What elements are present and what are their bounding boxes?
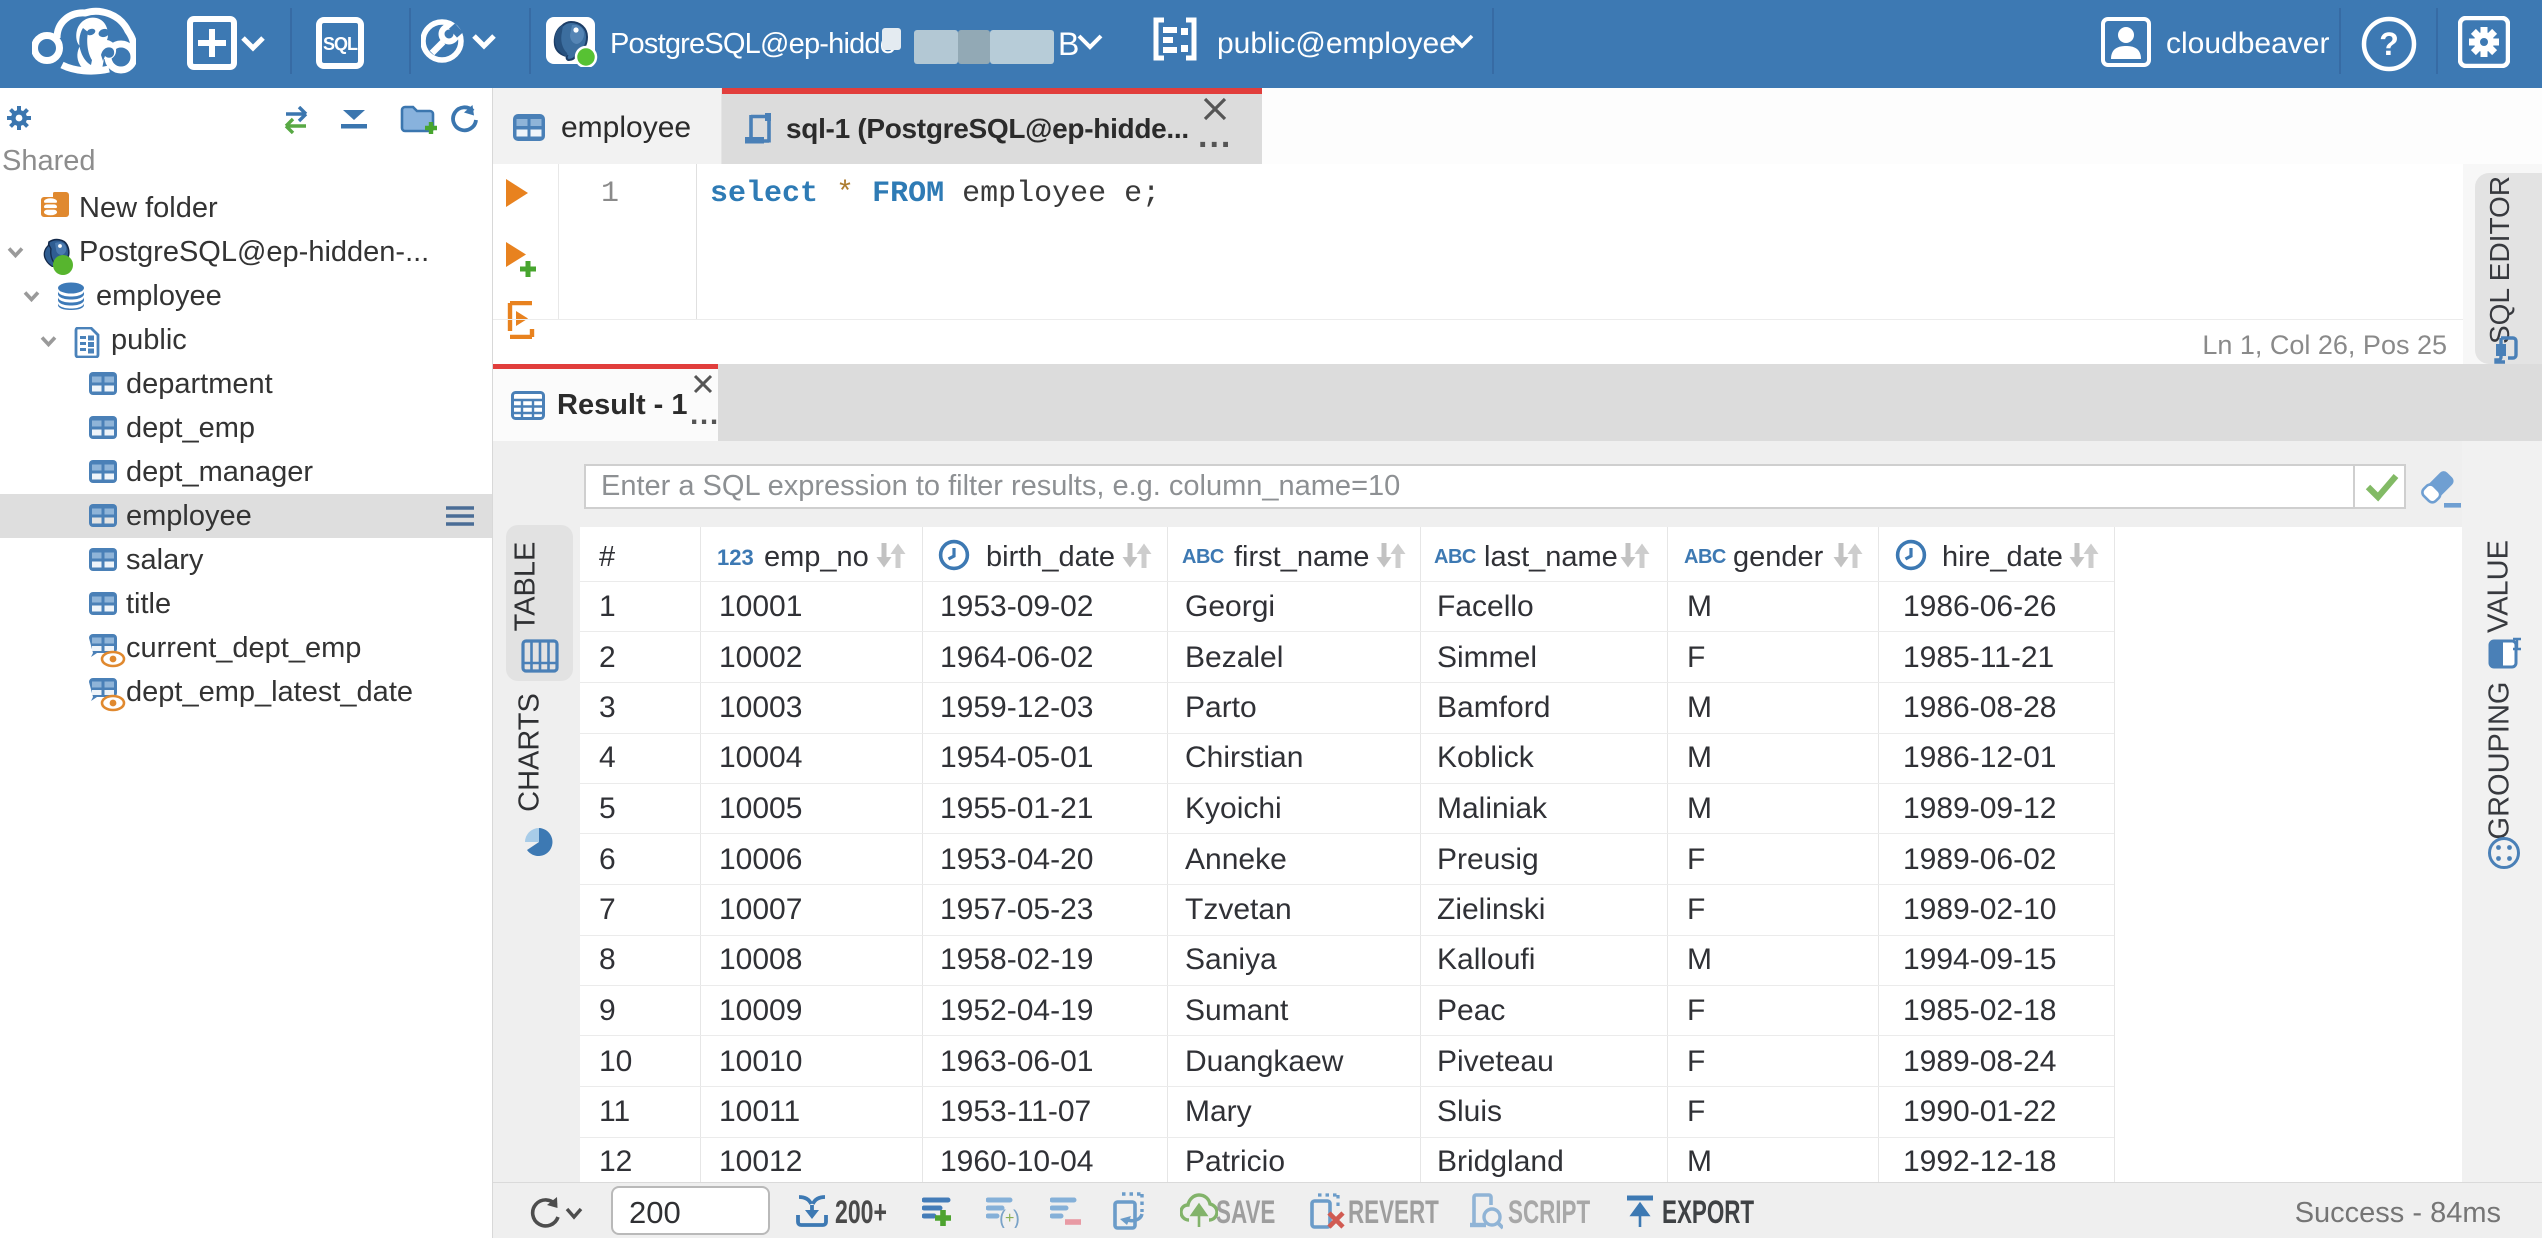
svg-text:?: ? (2379, 26, 2399, 62)
svg-text:SQL: SQL (323, 34, 358, 54)
svg-text:): ) (1013, 1207, 1020, 1228)
